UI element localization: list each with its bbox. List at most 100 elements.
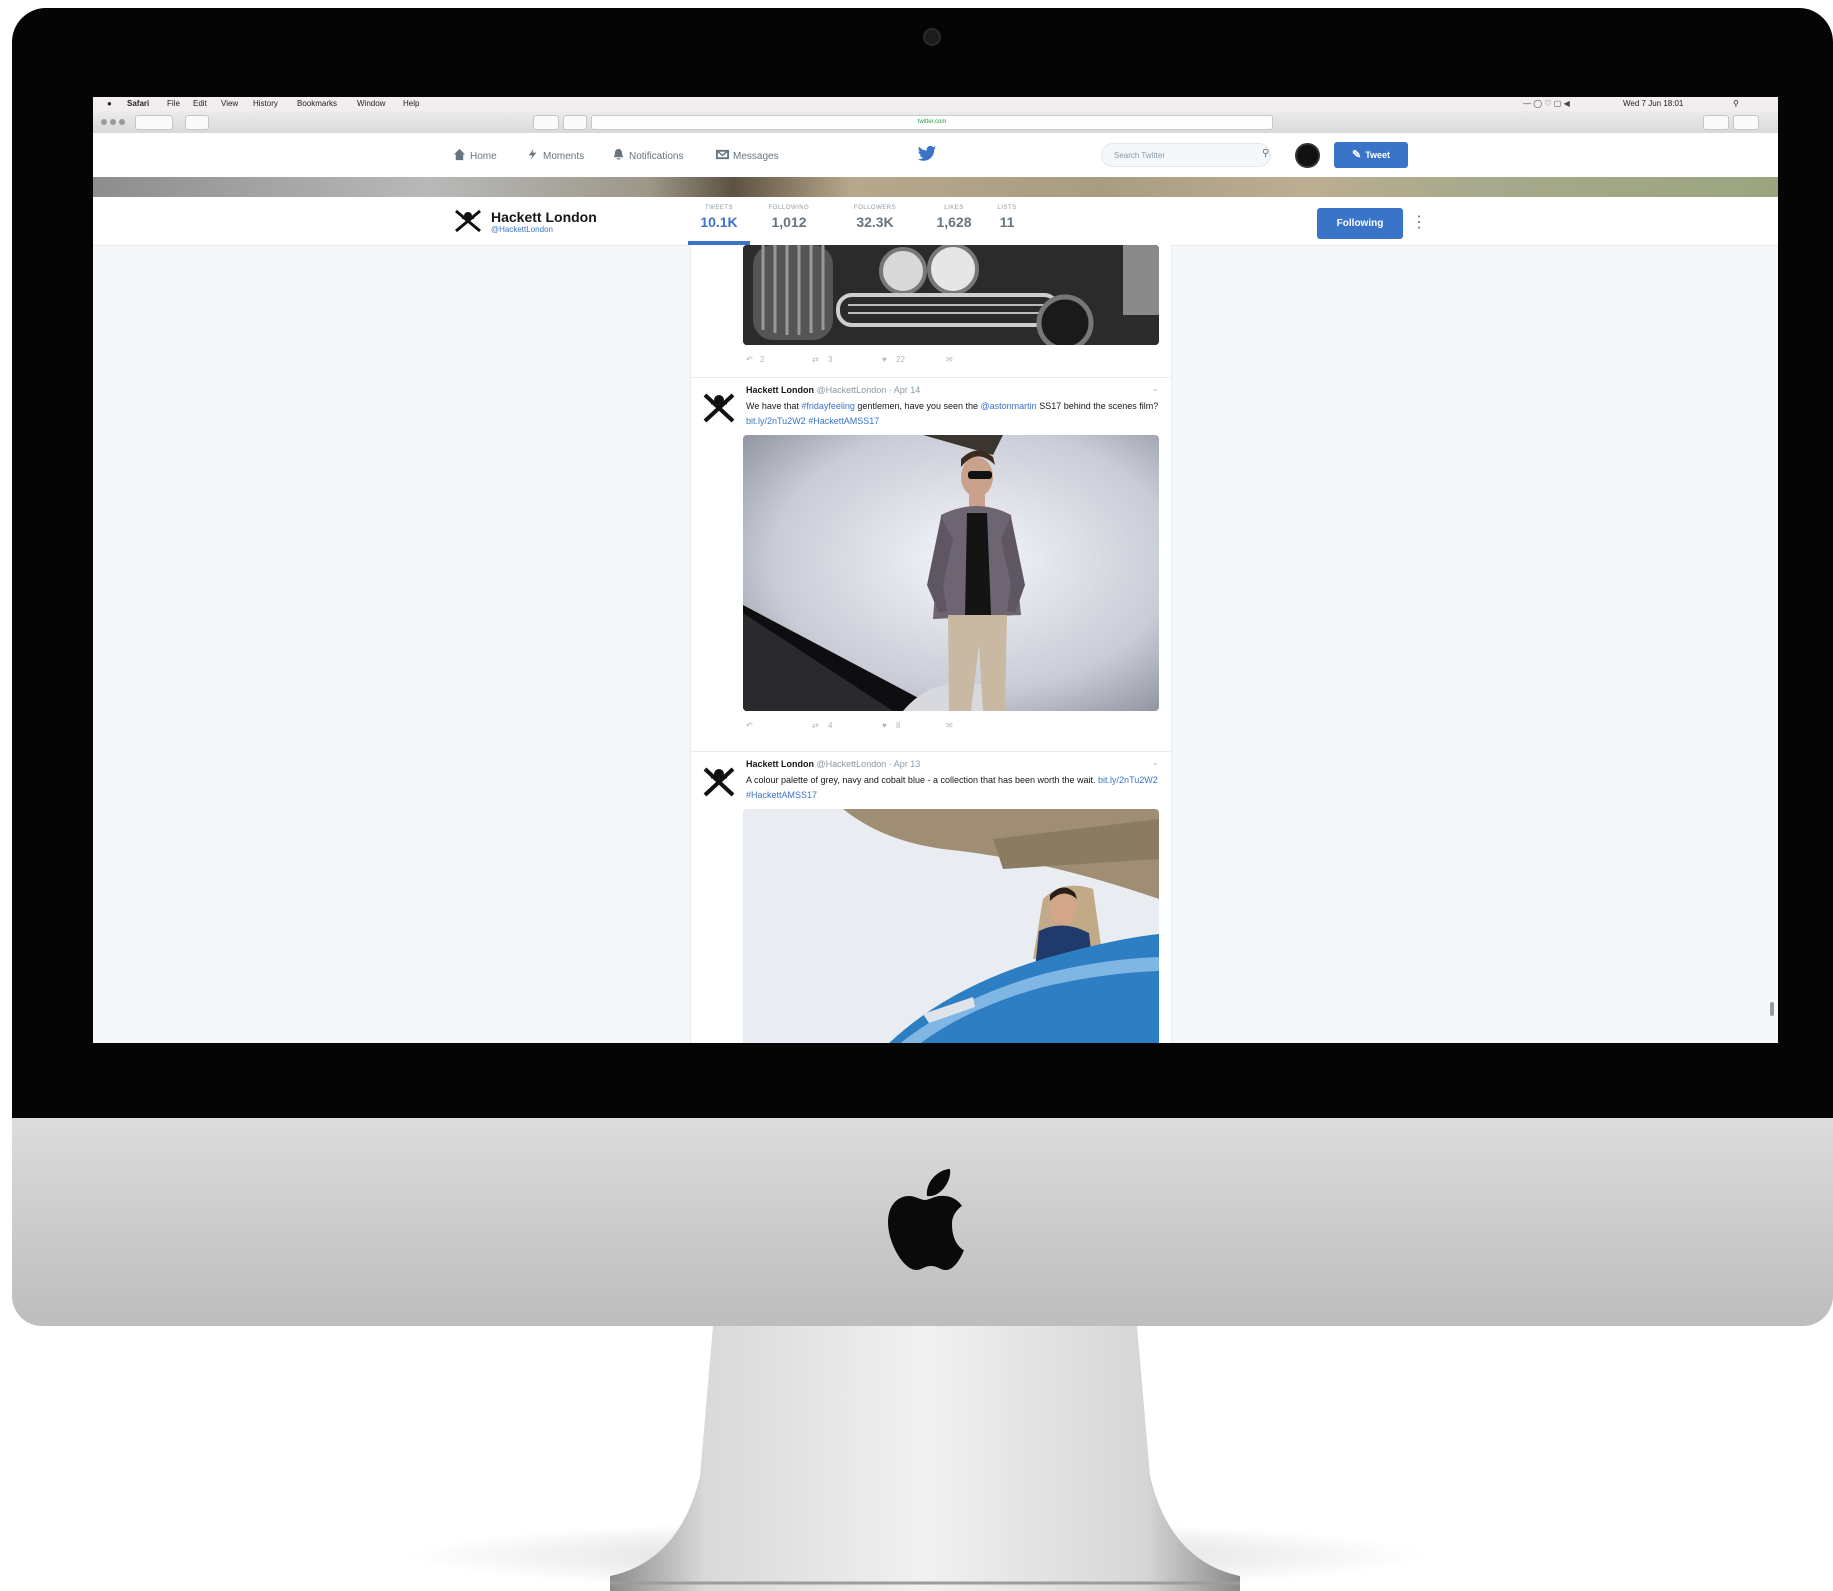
- tweet-date[interactable]: · Apr 13: [889, 759, 921, 769]
- stat-following-label: FOLLOWING: [768, 205, 810, 211]
- tweet-media-car[interactable]: [743, 245, 1159, 345]
- tweet-text-segment: SS17 behind the scenes film?: [1036, 401, 1159, 411]
- stat-lists[interactable]: LISTS 11: [989, 205, 1025, 230]
- reader-button[interactable]: [563, 115, 587, 130]
- mention-link[interactable]: @astonmartin: [981, 401, 1037, 411]
- stat-followers-label: FOLLOWERS: [853, 205, 897, 211]
- car-photo: [743, 245, 1159, 345]
- back-forward-button[interactable]: [135, 115, 173, 130]
- tweet-media-model[interactable]: [743, 435, 1159, 711]
- nav-moments[interactable]: Moments: [526, 148, 584, 162]
- url-link[interactable]: bit.ly/2nTu2W2: [1098, 775, 1158, 785]
- tweet-header: Hackett London @HackettLondon · Apr 13: [746, 759, 920, 769]
- minimize-window-icon[interactable]: [110, 119, 116, 125]
- chevron-down-icon[interactable]: ⌄: [1151, 757, 1159, 768]
- like-icon[interactable]: ♥: [882, 355, 887, 364]
- like-count: 22: [896, 355, 905, 364]
- message-icon[interactable]: ✉: [946, 355, 953, 364]
- status-icons: — ◯ ♡ ▢ ◀: [1523, 99, 1570, 108]
- bell-icon: [613, 148, 624, 160]
- stat-followers-value: 32.3K: [856, 214, 894, 230]
- menu-view[interactable]: View: [221, 99, 238, 108]
- retweet-icon[interactable]: ⇄: [812, 355, 819, 364]
- tweet-text-segment: A colour palette of grey, navy and cobal…: [746, 775, 1099, 785]
- nav-home[interactable]: Home: [453, 148, 497, 162]
- address-bar[interactable]: twitter.com: [591, 115, 1273, 130]
- tweet-date[interactable]: · Apr 14: [889, 385, 921, 395]
- tweet[interactable]: Hackett London @HackettLondon · Apr 14 ⌄…: [691, 377, 1171, 751]
- twitter-nav: Home Moments Notifications Messages Sear…: [93, 133, 1778, 178]
- stat-tweets-value: 10.1K: [700, 214, 738, 230]
- screen: ● Safari File Edit View History Bookmark…: [93, 97, 1778, 1043]
- hashtag-link[interactable]: #HackettAMSS17: [746, 790, 817, 800]
- model-photo: [743, 435, 1159, 711]
- menu-window[interactable]: Window: [357, 99, 385, 108]
- close-window-icon[interactable]: [101, 119, 107, 125]
- stat-likes[interactable]: LIKES 1,628: [931, 205, 977, 230]
- stat-following[interactable]: FOLLOWING 1,012: [756, 205, 822, 230]
- menu-app-name[interactable]: Safari: [127, 99, 149, 108]
- like-icon[interactable]: ♥: [882, 721, 887, 730]
- hashtag-link[interactable]: #fridayfeeling: [801, 401, 855, 411]
- tweet-author[interactable]: Hackett London: [746, 385, 814, 395]
- tweet[interactable]: Hackett London @HackettLondon · Apr 13 ⌄…: [691, 751, 1171, 1043]
- downloads-button[interactable]: [1703, 115, 1729, 130]
- reply-icon[interactable]: ↶: [746, 355, 753, 364]
- hackett-avatar-icon[interactable]: [699, 761, 739, 801]
- hackett-logo-icon[interactable]: [453, 207, 483, 235]
- tabs-button[interactable]: [1733, 115, 1759, 130]
- profile-nav-bar: Hackett London @HackettLondon TWEETS 10.…: [93, 197, 1778, 246]
- scrollbar[interactable]: [1770, 1002, 1774, 1016]
- search-icon[interactable]: ⚲: [1262, 148, 1269, 159]
- chevron-down-icon[interactable]: ⌄: [1151, 383, 1159, 394]
- sidebar-button[interactable]: [185, 115, 209, 130]
- stat-following-value: 1,012: [771, 214, 807, 230]
- tweet-handle[interactable]: @HackettLondon: [817, 385, 887, 395]
- apple-menu-icon[interactable]: ●: [107, 99, 112, 108]
- timeline: ↶ 2 ⇄ 3 ♥ 22 ✉ Hackett London @HackettLo…: [690, 245, 1172, 1043]
- profile-name[interactable]: Hackett London: [491, 209, 597, 225]
- spotlight-icon[interactable]: ⚲: [1733, 99, 1739, 108]
- retweet-count: 3: [828, 355, 833, 364]
- retweet-icon[interactable]: ⇄: [812, 721, 819, 730]
- avatar[interactable]: [1295, 143, 1320, 168]
- message-icon[interactable]: ✉: [946, 721, 953, 730]
- reply-icon[interactable]: ↶: [746, 721, 753, 730]
- tweet-header: Hackett London @HackettLondon · Apr 14: [746, 385, 920, 395]
- safari-toolbar: twitter.com: [93, 111, 1778, 134]
- nav-home-label: Home: [470, 151, 497, 162]
- hackett-avatar-icon[interactable]: [699, 387, 739, 427]
- share-button[interactable]: [533, 115, 559, 130]
- url-link[interactable]: bit.ly/2nTu2W2: [746, 416, 806, 426]
- zoom-window-icon[interactable]: [119, 119, 125, 125]
- hashtag-link[interactable]: #HackettAMSS17: [808, 416, 879, 426]
- stat-tweets[interactable]: TWEETS 10.1K: [691, 205, 747, 230]
- more-options-icon[interactable]: ⋮: [1411, 209, 1427, 237]
- tweet-text-segment: gentlemen, have you seen the: [854, 401, 981, 411]
- tweet-author[interactable]: Hackett London: [746, 759, 814, 769]
- menu-file[interactable]: File: [167, 99, 180, 108]
- home-icon: [453, 148, 466, 161]
- following-button[interactable]: Following: [1317, 208, 1403, 239]
- tweet-divider: [691, 751, 1171, 752]
- tweet-handle[interactable]: @HackettLondon: [817, 759, 887, 769]
- tweet-button-label: Tweet: [1365, 150, 1391, 160]
- nav-moments-label: Moments: [543, 151, 585, 162]
- menu-help[interactable]: Help: [403, 99, 419, 108]
- nav-messages[interactable]: Messages: [716, 148, 779, 162]
- profile-handle[interactable]: @HackettLondon: [491, 225, 553, 234]
- nav-notifications[interactable]: Notifications: [612, 148, 683, 162]
- tweet-media-car-blue[interactable]: [743, 809, 1159, 1043]
- twitter-bird-icon[interactable]: [917, 145, 937, 163]
- menu-bookmarks[interactable]: Bookmarks: [297, 99, 337, 108]
- tweet-button[interactable]: ✎ Tweet: [1334, 142, 1408, 168]
- menu-history[interactable]: History: [253, 99, 278, 108]
- stat-followers[interactable]: FOLLOWERS 32.3K: [839, 205, 911, 230]
- reply-count: 2: [760, 355, 765, 364]
- tweet-text-segment: We have that: [746, 401, 802, 411]
- search-input[interactable]: Search Twitter: [1101, 143, 1271, 167]
- stat-likes-label: LIKES: [944, 205, 964, 211]
- tweet-actions: ↶ 2 ⇄ 3 ♥ 22 ✉: [746, 355, 1166, 367]
- menu-edit[interactable]: Edit: [193, 99, 207, 108]
- stat-likes-value: 1,628: [936, 214, 972, 230]
